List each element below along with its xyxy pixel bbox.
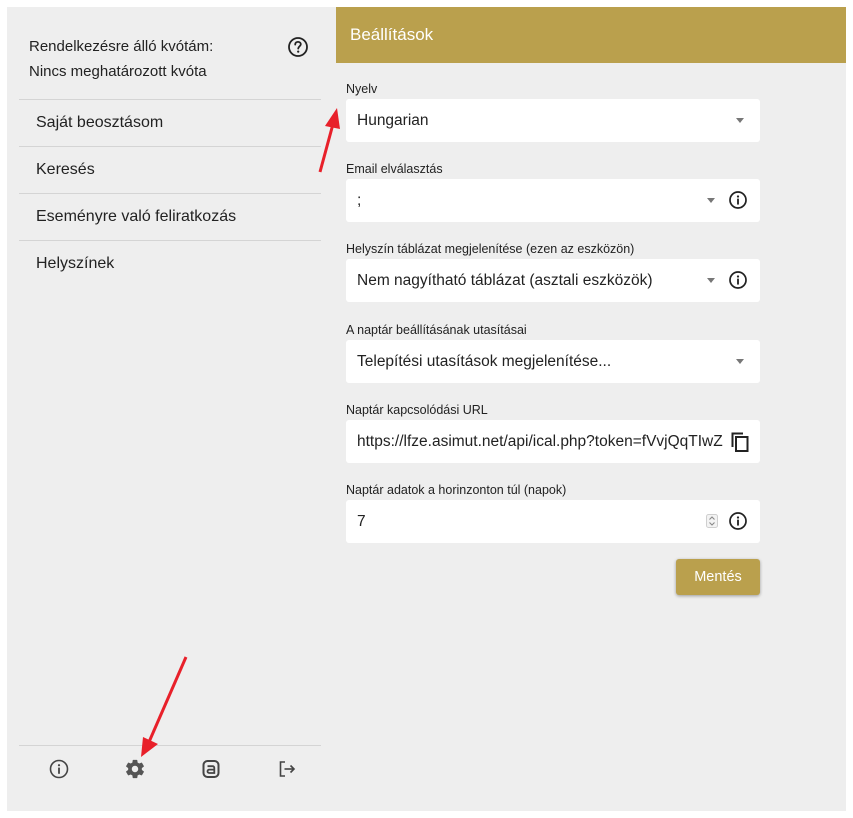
sidebar-item-my-schedule[interactable]: Saját beosztásom [19, 99, 321, 145]
email-separator-label: Email elválasztás [346, 162, 443, 176]
calendar-horizon-value: 7 [357, 513, 366, 530]
location-table-select[interactable]: Nem nagyítható táblázat (asztali eszközö… [346, 259, 760, 302]
calendar-horizon-input[interactable]: 7 [346, 500, 760, 543]
sidebar-item-label: Helyszínek [36, 255, 115, 272]
page-title-bar: Beállítások [336, 7, 846, 63]
info-icon[interactable] [728, 511, 748, 531]
sidebar-item-label: Eseményre való feliratkozás [36, 208, 237, 225]
calendar-instructions-value: Telepítési utasítások megjelenítése... [357, 353, 612, 370]
calendar-instructions-label: A naptár beállításának utasításai [346, 323, 527, 337]
asimut-logo-icon[interactable] [200, 758, 222, 780]
chevron-down-icon [707, 278, 715, 283]
sidebar-item-locations[interactable]: Helyszínek [19, 240, 321, 286]
sidebar-item-event-signup[interactable]: Eseményre való feliratkozás [19, 193, 321, 239]
language-label: Nyelv [346, 82, 378, 96]
page-title: Beállítások [350, 25, 434, 44]
save-button[interactable]: Mentés [676, 559, 760, 595]
chevron-down-icon [707, 198, 715, 203]
email-separator-value: ; [357, 192, 362, 209]
app-window: Rendelkezésre álló kvótám: Nincs meghatá… [7, 7, 846, 811]
quota-info: Rendelkezésre álló kvótám: Nincs meghatá… [29, 34, 309, 84]
language-value: Hungarian [357, 112, 429, 129]
gear-icon[interactable] [124, 758, 146, 780]
sidebar: Rendelkezésre álló kvótám: Nincs meghatá… [7, 7, 322, 811]
chevron-down-icon [736, 118, 744, 123]
info-icon[interactable] [728, 270, 748, 290]
calendar-instructions-select[interactable]: Telepítési utasítások megjelenítése... [346, 340, 760, 383]
location-table-value: Nem nagyítható táblázat (asztali eszközö… [357, 272, 653, 289]
copy-icon[interactable] [730, 431, 750, 453]
language-select[interactable]: Hungarian [346, 99, 760, 142]
quota-value: Nincs meghatározott kvóta [29, 63, 207, 80]
sidebar-item-search[interactable]: Keresés [19, 146, 321, 192]
info-icon[interactable] [48, 758, 70, 780]
sidebar-footer [19, 745, 321, 812]
calendar-horizon-label: Naptár adatok a horinzonton túl (napok) [346, 483, 567, 497]
help-circle-icon[interactable] [287, 36, 309, 58]
quota-label: Rendelkezésre álló kvótám: [29, 38, 214, 55]
chevron-down-icon [736, 359, 744, 364]
calendar-url-field[interactable]: https://lfze.asimut.net/api/ical.php?tok… [346, 420, 760, 463]
number-stepper-icon[interactable] [706, 514, 718, 528]
info-icon[interactable] [728, 190, 748, 210]
calendar-url-value: https://lfze.asimut.net/api/ical.php?tok… [357, 433, 723, 450]
location-table-label: Helyszín táblázat megjelenítése (ezen az… [346, 242, 635, 256]
sidebar-item-label: Saját beosztásom [36, 114, 164, 131]
calendar-url-label: Naptár kapcsolódási URL [346, 403, 488, 417]
email-separator-select[interactable]: ; [346, 179, 760, 222]
logout-icon[interactable] [276, 758, 298, 780]
sidebar-item-label: Keresés [36, 161, 95, 178]
